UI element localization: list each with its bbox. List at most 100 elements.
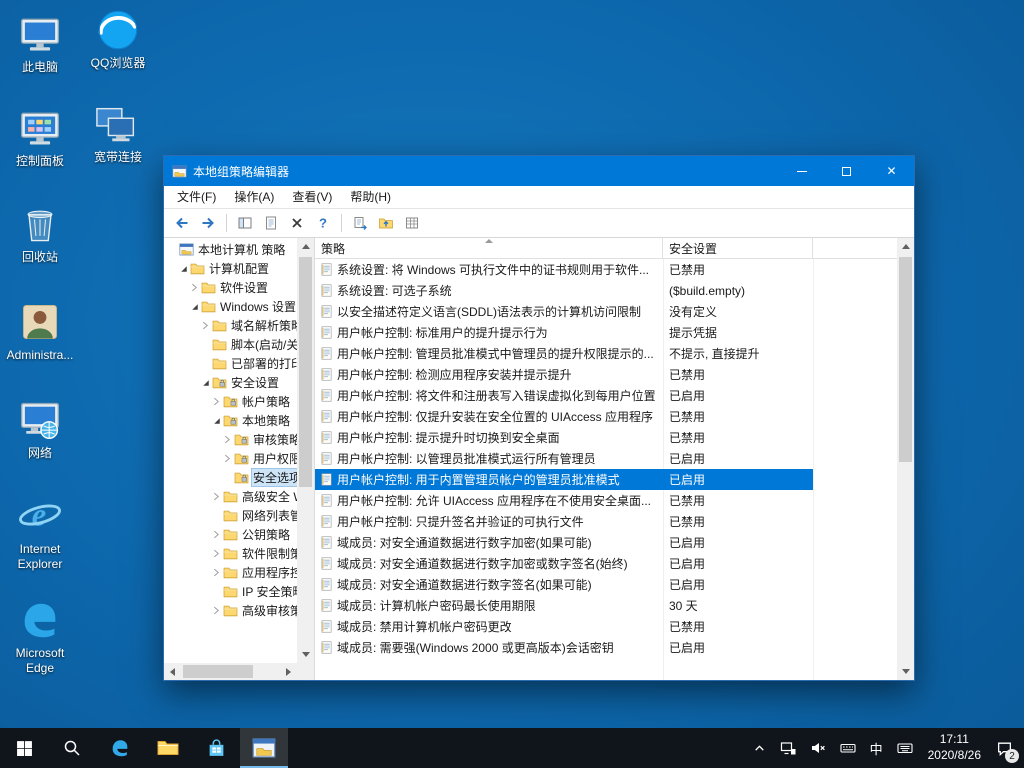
clock[interactable]: 17:11 2020/8/26 <box>920 728 989 768</box>
scroll-down-button[interactable] <box>897 663 914 680</box>
policy-row[interactable]: 域成员: 需要强(Windows 2000 或更高版本)会话密钥已启用 <box>315 637 813 658</box>
policy-row[interactable]: 以安全描述符定义语言(SDDL)语法表示的计算机访问限制没有定义 <box>315 301 813 322</box>
chevron-right-icon[interactable] <box>211 530 222 539</box>
policy-row[interactable]: 用户帐户控制: 用于内置管理员帐户的管理员批准模式已启用 <box>315 469 813 490</box>
toolbar-export-list-button[interactable] <box>348 212 372 235</box>
desktop-icon-admin-files[interactable]: Administra... <box>2 298 78 363</box>
tree-item[interactable]: 安全设置 <box>164 373 297 392</box>
tree-vertical-scrollbar[interactable] <box>297 238 314 663</box>
scroll-right-button[interactable] <box>280 663 297 680</box>
chevron-right-icon[interactable] <box>200 321 211 330</box>
tree-item[interactable]: 已部署的打印机 <box>164 354 297 373</box>
policy-row[interactable]: 用户帐户控制: 标准用户的提升提示行为提示凭据 <box>315 322 813 343</box>
policy-row[interactable]: 用户帐户控制: 允许 UIAccess 应用程序在不使用安全桌面...已禁用 <box>315 490 813 511</box>
maximize-button[interactable] <box>824 156 869 186</box>
scroll-up-button[interactable] <box>297 238 314 255</box>
desktop-icon-microsoft-edge[interactable]: Microsoft Edge <box>2 596 78 676</box>
tree-item[interactable]: 高级安全 Windows <box>164 487 297 506</box>
policy-row[interactable]: 域成员: 对安全通道数据进行数字签名(如果可能)已启用 <box>315 574 813 595</box>
policy-row[interactable]: 用户帐户控制: 管理员批准模式中管理员的提升权限提示的...不提示, 直接提升 <box>315 343 813 364</box>
touch-keyboard-icon[interactable] <box>890 728 920 768</box>
tree-item[interactable]: 应用程序控制策略 <box>164 563 297 582</box>
chevron-right-icon[interactable] <box>222 454 233 463</box>
policy-row[interactable]: 域成员: 禁用计算机帐户密码更改已禁用 <box>315 616 813 637</box>
tree-item[interactable]: 计算机配置 <box>164 259 297 278</box>
desktop-icon-internet-explorer[interactable]: eInternet Explorer <box>2 492 78 572</box>
desktop-icon-recycle-bin[interactable]: 回收站 <box>2 200 78 265</box>
tree-item[interactable]: 高级审核策略配置 <box>164 601 297 620</box>
scroll-track[interactable] <box>897 255 914 663</box>
taskbar-file-explorer-button[interactable] <box>144 728 192 768</box>
taskbar-edge-button[interactable] <box>96 728 144 768</box>
chevron-right-icon[interactable] <box>211 397 222 406</box>
desktop-icon-control-panel[interactable]: 控制面板 <box>2 104 78 169</box>
tree-horizontal-scrollbar[interactable] <box>164 663 297 680</box>
tree-item[interactable]: 网络列表管理器策略 <box>164 506 297 525</box>
scroll-up-button[interactable] <box>897 238 914 255</box>
toolbar-view-menu-button[interactable] <box>400 212 424 235</box>
chevron-right-icon[interactable] <box>211 606 222 615</box>
scroll-track[interactable] <box>181 663 280 680</box>
scroll-thumb[interactable] <box>299 257 312 487</box>
minimize-button[interactable] <box>779 156 824 186</box>
tree-item[interactable]: 本地策略 <box>164 411 297 430</box>
policy-row[interactable]: 域成员: 计算机帐户密码最长使用期限30 天 <box>315 595 813 616</box>
scroll-thumb[interactable] <box>183 665 253 678</box>
policy-row[interactable]: 用户帐户控制: 检测应用程序安装并提示提升已禁用 <box>315 364 813 385</box>
title-bar[interactable]: 本地组策略编辑器 ✕ <box>164 156 914 186</box>
tree-item[interactable]: 域名解析策略 <box>164 316 297 335</box>
toolbar-help-button[interactable]: ? <box>311 212 335 235</box>
desktop-icon-this-pc[interactable]: 此电脑 <box>2 10 78 75</box>
policy-row[interactable]: 用户帐户控制: 将文件和注册表写入错误虚拟化到每用户位置已启用 <box>315 385 813 406</box>
scroll-track[interactable] <box>297 255 314 646</box>
desktop-icon-network[interactable]: 网络 <box>2 396 78 461</box>
policy-row[interactable]: 域成员: 对安全通道数据进行数字加密或数字签名(始终)已启用 <box>315 553 813 574</box>
tree-item[interactable]: Windows 设置 <box>164 297 297 316</box>
tree-item[interactable]: 脚本(启动/关机) <box>164 335 297 354</box>
tree-item[interactable]: 帐户策略 <box>164 392 297 411</box>
chevron-right-icon[interactable] <box>211 492 222 501</box>
ime-language-indicator[interactable]: 中 <box>863 728 890 768</box>
menu-action[interactable]: 操作(A) <box>225 186 283 208</box>
menu-help[interactable]: 帮助(H) <box>341 186 400 208</box>
policy-row[interactable]: 用户帐户控制: 提示提升时切换到安全桌面已禁用 <box>315 427 813 448</box>
tree-item[interactable]: 安全选项 <box>164 468 297 487</box>
taskbar-gpedit-button[interactable] <box>240 728 288 768</box>
desktop-icon-broadband[interactable]: 宽带连接 <box>80 100 156 165</box>
chevron-down-icon[interactable] <box>211 417 222 425</box>
taskbar-start-button[interactable] <box>0 728 48 768</box>
tray-chevron-up-icon[interactable] <box>746 728 773 768</box>
policy-row[interactable]: 域成员: 对安全通道数据进行数字加密(如果可能)已启用 <box>315 532 813 553</box>
tree-item[interactable]: 用户权限分配 <box>164 449 297 468</box>
toolbar-forward-button[interactable] <box>196 212 220 235</box>
toolbar-back-button[interactable] <box>170 212 194 235</box>
taskbar-store-button[interactable] <box>192 728 240 768</box>
scroll-left-button[interactable] <box>164 663 181 680</box>
menu-view[interactable]: 查看(V) <box>283 186 341 208</box>
toolbar-show-console-tree-button[interactable] <box>233 212 257 235</box>
chevron-down-icon[interactable] <box>189 303 200 311</box>
taskbar-search-button[interactable] <box>48 728 96 768</box>
chevron-right-icon[interactable] <box>222 435 233 444</box>
column-header-policy[interactable]: 策略 <box>315 238 663 258</box>
menu-file[interactable]: 文件(F) <box>168 186 225 208</box>
column-header-setting[interactable]: 安全设置 <box>663 238 813 258</box>
toolbar-delete-button[interactable] <box>285 212 309 235</box>
ime-keyboard-icon[interactable] <box>833 728 863 768</box>
volume-muted-icon[interactable] <box>803 728 833 768</box>
tree-item[interactable]: IP 安全策略，在 本地计算机 <box>164 582 297 601</box>
chevron-down-icon[interactable] <box>200 379 211 387</box>
policy-row[interactable]: 系统设置: 将 Windows 可执行文件中的证书规则用于软件...已禁用 <box>315 259 813 280</box>
policy-row[interactable]: 用户帐户控制: 只提升签名并验证的可执行文件已禁用 <box>315 511 813 532</box>
tree-item[interactable]: 软件设置 <box>164 278 297 297</box>
network-status-icon[interactable] <box>773 728 803 768</box>
policy-row[interactable]: 用户帐户控制: 仅提升安装在安全位置的 UIAccess 应用程序已禁用 <box>315 406 813 427</box>
tree-item[interactable]: 本地计算机 策略 <box>164 240 297 259</box>
policy-row[interactable]: 系统设置: 可选子系统($build.empty) <box>315 280 813 301</box>
chevron-right-icon[interactable] <box>211 549 222 558</box>
close-button[interactable]: ✕ <box>869 156 914 186</box>
scroll-down-button[interactable] <box>297 646 314 663</box>
toolbar-up-level-button[interactable] <box>374 212 398 235</box>
list-vertical-scrollbar[interactable] <box>897 238 914 680</box>
action-center-button[interactable]: 2 <box>989 728 1020 768</box>
